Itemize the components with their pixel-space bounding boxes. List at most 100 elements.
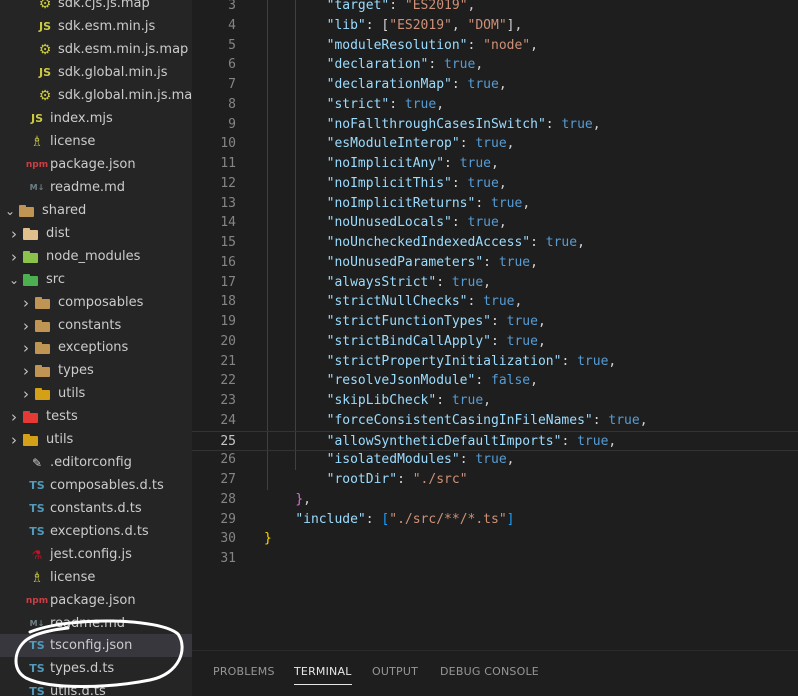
- explorer-file-item[interactable]: TS exceptions.d.ts: [0, 520, 192, 543]
- explorer-file-item[interactable]: M↓ readme.md: [0, 612, 192, 635]
- code-line[interactable]: 23 "skipLibCheck": true,: [192, 391, 798, 411]
- explorer-folder-item[interactable]: › composables: [0, 291, 192, 314]
- code-line[interactable]: 31: [192, 549, 798, 569]
- code-line[interactable]: 12 "noImplicitThis": true,: [192, 174, 798, 194]
- code-line[interactable]: 15 "noUncheckedIndexedAccess": true,: [192, 233, 798, 253]
- explorer-file-item[interactable]: npm package.json: [0, 153, 192, 176]
- chevron-right-icon[interactable]: ›: [6, 248, 22, 266]
- explorer-file-item[interactable]: JS sdk.esm.min.js: [0, 15, 192, 38]
- code-line[interactable]: 19 "strictFunctionTypes": true,: [192, 312, 798, 332]
- chevron-right-icon[interactable]: ›: [18, 294, 34, 312]
- explorer-folder-item[interactable]: › constants: [0, 314, 192, 337]
- code-line[interactable]: 7 "declarationMap": true,: [192, 75, 798, 95]
- code-token: true: [467, 77, 499, 92]
- chevron-right-icon[interactable]: ›: [6, 225, 22, 243]
- panel-tab-problems[interactable]: PROBLEMS: [213, 665, 275, 685]
- explorer-file-item[interactable]: TS utils.d.ts: [0, 680, 192, 696]
- code-text: "resolveJsonModule": false,: [264, 371, 538, 391]
- explorer-folder-item[interactable]: › types: [0, 359, 192, 382]
- chevron-right-icon[interactable]: ›: [18, 362, 34, 380]
- chevron-right-icon[interactable]: ›: [6, 431, 22, 449]
- explorer-folder-item[interactable]: ⌄ src: [0, 268, 192, 291]
- explorer-file-item[interactable]: ⚗ jest.config.js: [0, 543, 192, 566]
- explorer-folder-item[interactable]: › dist: [0, 222, 192, 245]
- explorer-item-label: tsconfig.json: [50, 638, 133, 653]
- javascript-file-icon: JS: [38, 66, 51, 79]
- code-line[interactable]: 18 "strictNullChecks": true,: [192, 292, 798, 312]
- panel-tab-debug-console[interactable]: DEBUG CONSOLE: [440, 665, 539, 685]
- explorer-file-item[interactable]: JS index.mjs: [0, 107, 192, 130]
- code-line[interactable]: 24 "forceConsistentCasingInFileNames": t…: [192, 411, 798, 431]
- code-token: :: [389, 0, 405, 13]
- chevron-right-icon[interactable]: ›: [18, 317, 34, 335]
- code-line[interactable]: 28 },: [192, 490, 798, 510]
- folder-icon: [34, 319, 52, 333]
- explorer-file-item[interactable]: ♗ license: [0, 566, 192, 589]
- code-token: ,: [483, 393, 491, 408]
- explorer-file-item[interactable]: TS tsconfig.json: [0, 634, 192, 657]
- explorer-file-item[interactable]: TS constants.d.ts: [0, 497, 192, 520]
- code-token: true: [498, 254, 531, 270]
- folder-src-icon: [22, 273, 40, 287]
- explorer-folder-item[interactable]: › utils: [0, 382, 192, 405]
- explorer-folder-item[interactable]: › node_modules: [0, 245, 192, 268]
- code-line[interactable]: 3 "target": "ES2019",: [192, 0, 798, 16]
- explorer-folder-item[interactable]: › tests: [0, 405, 192, 428]
- explorer-file-item[interactable]: ⚙ sdk.cjs.js.map: [0, 0, 192, 15]
- code-line[interactable]: 17 "alwaysStrict": true,: [192, 273, 798, 293]
- code-line[interactable]: 26 "isolatedModules": true,: [192, 450, 798, 470]
- folder-icon: [34, 364, 52, 378]
- code-token: ,: [522, 195, 531, 211]
- explorer-file-item[interactable]: TS composables.d.ts: [0, 474, 192, 497]
- code-text: "noImplicitReturns": true,: [264, 194, 531, 214]
- code-line[interactable]: 25 "allowSyntheticDefaultImports": true,: [192, 430, 798, 451]
- code-editor[interactable]: 3 "target": "ES2019", 4 "lib": ["ES2019",…: [192, 0, 798, 650]
- explorer-file-item[interactable]: ♗ license: [0, 130, 192, 153]
- code-token: "noImplicitAny": [326, 156, 445, 171]
- code-line[interactable]: 9 "noFallthroughCasesInSwitch": true,: [192, 115, 798, 135]
- code-token: true: [459, 156, 491, 171]
- code-line[interactable]: 14 "noUnusedLocals": true,: [192, 213, 798, 233]
- code-line[interactable]: 30}: [192, 529, 798, 549]
- explorer-file-item[interactable]: npm package.json: [0, 589, 192, 612]
- code-line[interactable]: 11 "noImplicitAny": true,: [192, 154, 798, 174]
- code-line[interactable]: 21 "strictPropertyInitialization": true,: [192, 352, 798, 372]
- explorer-folder-item[interactable]: ⌄ shared: [0, 199, 192, 222]
- code-line[interactable]: 13 "noImplicitReturns": true,: [192, 194, 798, 214]
- chevron-down-icon[interactable]: ⌄: [2, 203, 18, 219]
- code-line[interactable]: 22 "resolveJsonModule": false,: [192, 371, 798, 391]
- explorer-file-item[interactable]: TS types.d.ts: [0, 657, 192, 680]
- panel-tab-terminal[interactable]: TERMINAL: [294, 665, 352, 685]
- line-number: 25: [220, 433, 236, 449]
- explorer-file-item[interactable]: M↓ readme.md: [0, 176, 192, 199]
- panel-tab-output[interactable]: OUTPUT: [372, 665, 418, 685]
- chevron-right-icon[interactable]: ›: [18, 385, 34, 403]
- explorer-folder-item[interactable]: › exceptions: [0, 336, 192, 359]
- code-line[interactable]: 6 "declaration": true,: [192, 55, 798, 75]
- explorer-file-item[interactable]: ⚙ sdk.global.min.js.map: [0, 84, 192, 107]
- code-line[interactable]: 27 "rootDir": "./src": [192, 470, 798, 490]
- chevron-right-icon[interactable]: ›: [6, 408, 22, 426]
- code-line[interactable]: 29 "include": ["./src/**/*.ts"]: [192, 510, 798, 530]
- explorer-file-item[interactable]: JS sdk.global.min.js: [0, 61, 192, 84]
- explorer-item-label: jest.config.js: [50, 547, 132, 562]
- explorer-item-label: .editorconfig: [50, 455, 132, 470]
- explorer-file-item[interactable]: ⚙ sdk.esm.min.js.map: [0, 38, 192, 61]
- code-token: "noImplicitReturns": [326, 195, 476, 211]
- chevron-right-icon[interactable]: ›: [18, 339, 34, 357]
- chevron-down-icon[interactable]: ⌄: [6, 272, 22, 288]
- code-line[interactable]: 10 "esModuleInterop": true,: [192, 134, 798, 154]
- code-line[interactable]: 8 "strict": true,: [192, 95, 798, 115]
- code-line[interactable]: 5 "moduleResolution": "node",: [192, 36, 798, 56]
- code-line[interactable]: 16 "noUnusedParameters": true,: [192, 253, 798, 273]
- code-token: "skipLibCheck": [326, 393, 437, 408]
- code-line[interactable]: 4 "lib": ["ES2019", "DOM"],: [192, 16, 798, 36]
- code-line[interactable]: 20 "strictBindCallApply": true,: [192, 332, 798, 352]
- code-text: "noImplicitThis": true,: [264, 174, 507, 194]
- explorer-folder-item[interactable]: › utils: [0, 428, 192, 451]
- explorer-file-item[interactable]: ✎ .editorconfig: [0, 451, 192, 474]
